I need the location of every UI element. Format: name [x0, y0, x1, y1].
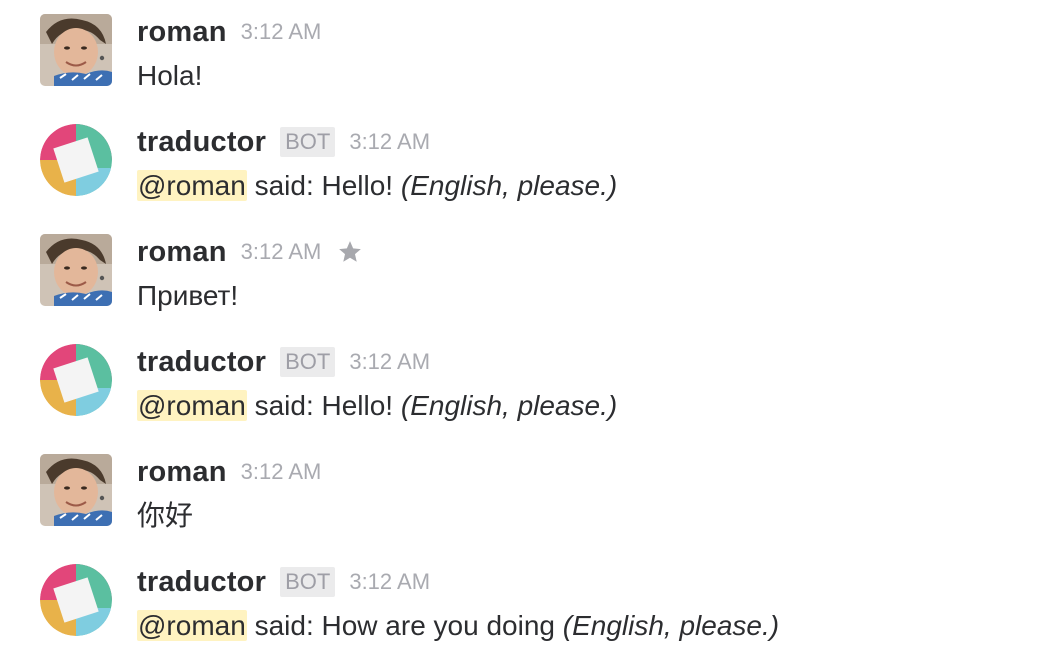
message-text: said: Hello! — [246, 390, 401, 421]
message-item: roman 3:12 AM Hola! — [0, 0, 1040, 110]
message-header: traductor BOT 3:12 AM — [137, 124, 430, 160]
message-text: said: Hello! — [246, 170, 401, 201]
user-mention[interactable]: @roman — [137, 170, 247, 201]
bot-logo-icon — [40, 564, 112, 636]
user-mention[interactable]: @roman — [137, 610, 247, 641]
bot-logo-icon — [40, 344, 112, 416]
user-photo-icon — [40, 234, 112, 306]
avatar[interactable] — [40, 454, 112, 526]
avatar[interactable] — [40, 14, 112, 86]
author-name[interactable]: roman — [137, 16, 227, 49]
message-body: 你好 — [137, 500, 194, 531]
author-name[interactable]: traductor — [137, 346, 266, 379]
timestamp[interactable]: 3:12 AM — [241, 239, 322, 265]
timestamp[interactable]: 3:12 AM — [349, 569, 430, 595]
user-mention[interactable]: @roman — [137, 390, 247, 421]
author-name[interactable]: roman — [137, 236, 227, 269]
user-photo-icon — [40, 454, 112, 526]
message-body: @roman said: Hello! (English, please.) — [137, 388, 617, 424]
message-body: @roman said: Hello! (English, please.) — [137, 168, 617, 204]
author-name[interactable]: traductor — [137, 126, 266, 159]
language-note: (English, please.) — [400, 390, 618, 421]
message-body: Hola! — [137, 60, 203, 91]
message-header: traductor BOT 3:12 AM — [137, 564, 430, 600]
message-item: roman 3:12 AM Привет! — [0, 220, 1040, 330]
message-header: traductor BOT 3:12 AM — [137, 344, 430, 380]
timestamp[interactable]: 3:12 AM — [241, 19, 322, 45]
bot-badge: BOT — [280, 127, 336, 157]
message-text: said: How are you doing — [246, 610, 563, 641]
language-note: (English, please.) — [400, 170, 618, 201]
message-header: roman 3:12 AM — [137, 234, 363, 270]
bot-badge: BOT — [280, 567, 336, 597]
message-header: roman 3:12 AM — [137, 14, 321, 50]
author-name[interactable]: traductor — [137, 566, 266, 599]
language-note: (English, please.) — [562, 610, 780, 641]
timestamp[interactable]: 3:12 AM — [349, 349, 430, 375]
avatar[interactable] — [40, 124, 112, 196]
timestamp[interactable]: 3:12 AM — [349, 129, 430, 155]
bot-badge: BOT — [280, 347, 336, 377]
message-header: roman 3:12 AM — [137, 454, 321, 490]
message-body: @roman said: How are you doing (English,… — [137, 608, 779, 644]
message-body: Привет! — [137, 280, 239, 311]
author-name[interactable]: roman — [137, 456, 227, 489]
timestamp[interactable]: 3:12 AM — [241, 459, 322, 485]
message-item: traductor BOT 3:12 AM @roman said: How a… — [0, 550, 1040, 660]
message-item: traductor BOT 3:12 AM @roman said: Hello… — [0, 330, 1040, 440]
user-photo-icon — [40, 14, 112, 86]
star-icon[interactable] — [337, 239, 363, 265]
message-item: traductor BOT 3:12 AM @roman said: Hello… — [0, 110, 1040, 220]
avatar[interactable] — [40, 234, 112, 306]
bot-logo-icon — [40, 124, 112, 196]
avatar[interactable] — [40, 344, 112, 416]
avatar[interactable] — [40, 564, 112, 636]
message-item: roman 3:12 AM 你好 — [0, 440, 1040, 550]
